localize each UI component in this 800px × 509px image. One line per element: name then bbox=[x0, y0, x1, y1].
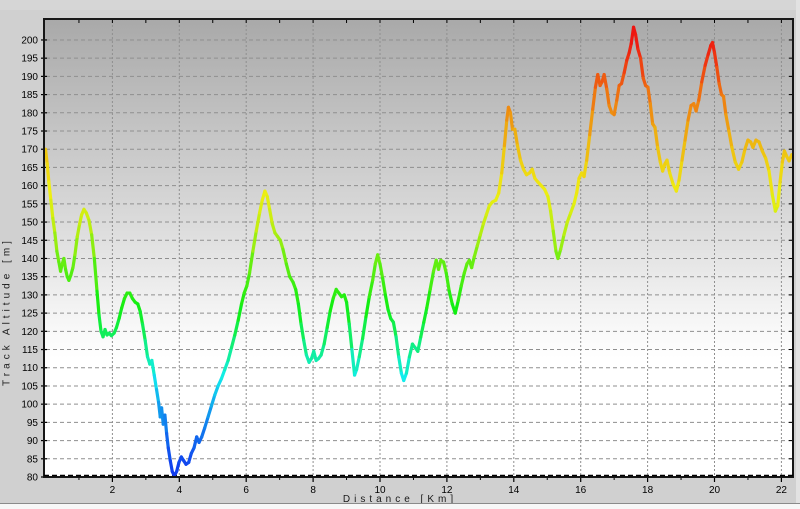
y-tick-label: 165 bbox=[21, 163, 38, 174]
y-tick-label: 105 bbox=[21, 381, 38, 392]
y-tick-label: 120 bbox=[21, 327, 38, 338]
y-tick-label: 155 bbox=[21, 199, 38, 210]
y-tick-label: 190 bbox=[21, 72, 38, 83]
y-tick-label: 95 bbox=[27, 418, 39, 429]
y-tick-label: 130 bbox=[21, 290, 38, 301]
y-tick-label: 150 bbox=[21, 218, 38, 229]
y-tick-label: 200 bbox=[21, 35, 38, 46]
altitude-chart: 80 85 90 95 100 105 110 115 120 125 130 135 140 145 15… bbox=[0, 0, 800, 509]
y-tick-label: 145 bbox=[21, 236, 38, 247]
y-tick-label: 100 bbox=[21, 400, 38, 411]
y-tick-label: 80 bbox=[27, 473, 39, 484]
y-tick-label: 110 bbox=[22, 363, 38, 374]
y-tick-label: 125 bbox=[21, 309, 38, 320]
y-tick-label: 170 bbox=[21, 145, 38, 156]
y-tick-label: 90 bbox=[27, 436, 39, 447]
altitude-graph-panel: 80 85 90 95 100 105 110 115 120 125 130 135 140 145 15… bbox=[0, 0, 800, 509]
y-tick-label: 115 bbox=[22, 345, 38, 356]
y-tick-label: 135 bbox=[21, 272, 38, 283]
plot-area[interactable] bbox=[44, 19, 793, 477]
y-tick-label: 195 bbox=[21, 54, 38, 65]
panel-bottom-edge bbox=[0, 503, 800, 509]
y-tick-label: 180 bbox=[21, 108, 38, 119]
y-tick-label: 160 bbox=[21, 181, 38, 192]
y-tick-label: 185 bbox=[21, 90, 38, 101]
y-tick-label: 85 bbox=[27, 454, 39, 465]
y-axis-title: Track Altitude [m] bbox=[2, 135, 13, 489]
y-tick-label: 175 bbox=[21, 127, 38, 138]
y-tick-label: 140 bbox=[21, 254, 38, 265]
